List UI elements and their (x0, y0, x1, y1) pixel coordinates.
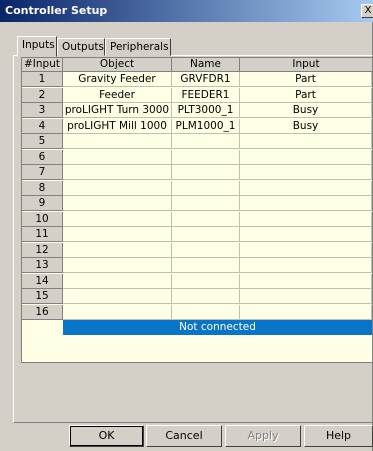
input-number-cell[interactable]: 10 (22, 211, 63, 227)
name-cell[interactable] (172, 273, 240, 289)
input-cell[interactable] (240, 242, 372, 258)
input-cell[interactable]: Busy (240, 103, 372, 118)
table-row[interactable]: 3 proLIGHT Turn 3000 PLT3000_1 Busy (22, 103, 372, 118)
input-cell[interactable] (240, 134, 372, 149)
input-cell[interactable] (240, 289, 372, 304)
name-cell[interactable] (172, 289, 240, 304)
table-row[interactable]: 5 (22, 134, 372, 149)
table-row[interactable]: 7 (22, 165, 372, 180)
table-row[interactable]: 13 (22, 258, 372, 273)
table-row[interactable]: 1 Gravity Feeder GRVFDR1 Part (22, 72, 372, 87)
input-cell[interactable] (240, 304, 372, 320)
object-cell[interactable] (63, 304, 172, 320)
object-cell[interactable]: Gravity Feeder (63, 72, 172, 87)
object-cell[interactable] (63, 227, 172, 242)
object-cell[interactable] (63, 242, 172, 258)
object-cell[interactable] (63, 289, 172, 304)
input-cell[interactable]: Part (240, 72, 372, 87)
input-number-cell[interactable]: 13 (22, 258, 63, 273)
input-number-cell[interactable]: 8 (22, 180, 63, 196)
input-number-cell[interactable]: 6 (22, 149, 63, 165)
tab-peripherals[interactable]: Peripherals (105, 38, 171, 56)
column-header-input-number[interactable]: #Input (22, 58, 63, 72)
object-cell[interactable] (63, 196, 172, 211)
name-cell[interactable]: PLM1000_1 (172, 118, 240, 134)
object-cell[interactable] (63, 258, 172, 273)
name-cell[interactable] (172, 180, 240, 196)
object-cell[interactable]: Feeder (63, 87, 172, 103)
input-cell[interactable] (240, 165, 372, 180)
input-cell[interactable]: Busy (240, 118, 372, 134)
connection-status: Not connected (63, 320, 372, 335)
name-cell[interactable] (172, 242, 240, 258)
name-cell[interactable]: PLT3000_1 (172, 103, 240, 118)
column-header-name[interactable]: Name (172, 58, 240, 72)
table-row[interactable]: 11 (22, 227, 372, 242)
table-row[interactable]: 9 (22, 196, 372, 211)
input-number-cell[interactable]: 4 (22, 118, 63, 134)
tab-outputs[interactable]: Outputs (57, 38, 105, 56)
table-row[interactable]: 16 (22, 304, 372, 320)
input-number-cell[interactable]: 2 (22, 87, 63, 103)
input-cell[interactable] (240, 196, 372, 211)
input-number-cell[interactable]: 15 (22, 289, 63, 304)
table-row[interactable]: 10 (22, 211, 372, 227)
object-cell[interactable]: proLIGHT Turn 3000 (63, 103, 172, 118)
name-cell[interactable] (172, 165, 240, 180)
window-title: Controller Setup (5, 4, 108, 17)
table-row[interactable]: 8 (22, 180, 372, 196)
object-cell[interactable] (63, 180, 172, 196)
table-row[interactable]: 14 (22, 273, 372, 289)
column-header-object[interactable]: Object (63, 58, 172, 72)
table-row[interactable]: 12 (22, 242, 372, 258)
apply-button[interactable]: Apply (225, 425, 301, 447)
input-number-cell[interactable]: 5 (22, 134, 63, 149)
name-cell[interactable] (172, 227, 240, 242)
object-cell[interactable] (63, 165, 172, 180)
title-bar: Controller Setup X (0, 0, 373, 22)
table-row[interactable]: 2 Feeder FEEDER1 Part (22, 87, 372, 103)
object-cell[interactable] (63, 134, 172, 149)
input-number-cell[interactable]: 1 (22, 72, 63, 87)
name-cell[interactable] (172, 211, 240, 227)
ok-button[interactable]: OK (69, 425, 144, 447)
input-cell[interactable] (240, 227, 372, 242)
input-number-cell[interactable]: 3 (22, 103, 63, 118)
input-cell[interactable] (240, 180, 372, 196)
name-cell[interactable] (172, 196, 240, 211)
name-cell[interactable]: FEEDER1 (172, 87, 240, 103)
input-number-cell[interactable]: 14 (22, 273, 63, 289)
input-number-cell[interactable]: 9 (22, 196, 63, 211)
column-header-input[interactable]: Input (240, 58, 372, 72)
name-cell[interactable] (172, 149, 240, 165)
input-number-cell[interactable]: 7 (22, 165, 63, 180)
object-cell[interactable]: proLIGHT Mill 1000 (63, 118, 172, 134)
object-cell[interactable] (63, 211, 172, 227)
name-cell[interactable] (172, 134, 240, 149)
input-cell[interactable] (240, 149, 372, 165)
name-cell[interactable] (172, 304, 240, 320)
help-button[interactable]: Help (304, 425, 373, 447)
table-row[interactable]: 15 (22, 289, 372, 304)
table-row[interactable]: 4 proLIGHT Mill 1000 PLM1000_1 Busy (22, 118, 372, 134)
cancel-button[interactable]: Cancel (146, 425, 222, 447)
object-cell[interactable] (63, 273, 172, 289)
input-number-cell[interactable]: 11 (22, 227, 63, 242)
input-cell[interactable] (240, 273, 372, 289)
close-button[interactable]: X (361, 4, 373, 18)
name-cell[interactable] (172, 258, 240, 273)
input-cell[interactable] (240, 211, 372, 227)
controller-setup-dialog: Controller Setup X Inputs Outputs Periph… (0, 0, 373, 451)
name-cell[interactable]: GRVFDR1 (172, 72, 240, 87)
input-number-cell[interactable]: 16 (22, 304, 63, 320)
table-row[interactable]: 6 (22, 149, 372, 165)
input-number-cell[interactable]: 12 (22, 242, 63, 258)
tab-inputs[interactable]: Inputs (17, 36, 57, 57)
inputs-table: #Input Object Name Input 1 Gravity Feeder… (21, 57, 373, 363)
input-cell[interactable] (240, 258, 372, 273)
object-cell[interactable] (63, 149, 172, 165)
input-cell[interactable]: Part (240, 87, 372, 103)
